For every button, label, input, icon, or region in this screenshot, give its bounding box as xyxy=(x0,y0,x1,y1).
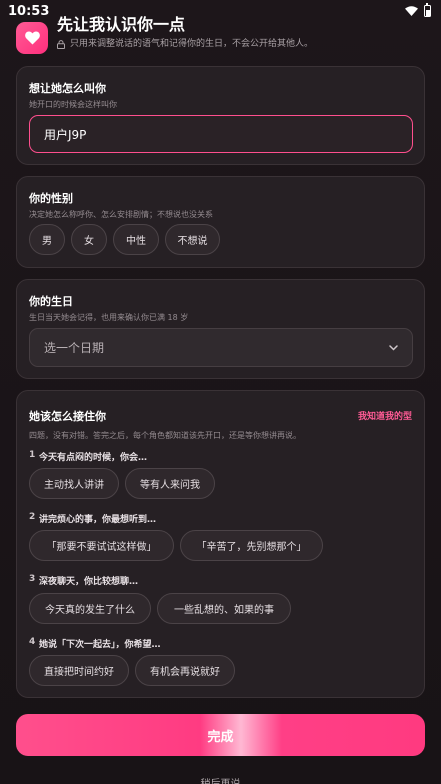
privacy-line: 只用来调整说话的语气和记得你的生日，不会公开给其他人。 xyxy=(57,38,313,50)
battery-icon xyxy=(424,3,431,17)
birthday-card-subtitle: 生日当天她会记得，也用来确认你已满 18 岁 xyxy=(29,313,189,322)
question-3-options: 今天真的发生了什么 一些乱想的、如果的事 xyxy=(29,593,291,624)
quiz-card: 她该怎么接住你 我知道我的型 四题，没有对错。答完之后，每个角色都知道该先开口，… xyxy=(16,390,425,698)
page-header: 先让我认识你一点 只用来调整说话的语气和记得你的生日，不会公开给其他人。 xyxy=(0,15,441,58)
question-2-options: 「那要不要试试这样做」 「辛苦了，先别想那个」 xyxy=(29,530,323,561)
question-3: 3 深夜聊天，你比较想聊… xyxy=(29,574,138,587)
answer-option[interactable]: 直接把时间约好 xyxy=(29,655,129,686)
answer-option[interactable]: 今天真的发生了什么 xyxy=(29,593,151,624)
question-number: 2 xyxy=(29,512,36,522)
onboarding-page: 10:53 先让我认识你一点 只用来调整说话的语气和记得你的生日，不会公开给其他… xyxy=(0,0,441,784)
gender-option-neutral[interactable]: 中性 xyxy=(113,224,159,255)
question-text: 她说「下次一起去」，你希望… xyxy=(39,640,161,650)
date-picker-placeholder: 选一个日期 xyxy=(44,341,105,355)
name-card-title: 想让她怎么叫你 xyxy=(29,82,106,95)
quiz-card-title: 她该怎么接住你 xyxy=(29,410,106,423)
privacy-note: 只用来调整说话的语气和记得你的生日，不会公开给其他人。 xyxy=(70,39,314,49)
status-time: 10:53 xyxy=(8,3,50,19)
question-number: 1 xyxy=(29,450,36,460)
answer-option[interactable]: 「那要不要试试这样做」 xyxy=(29,530,174,561)
wifi-icon xyxy=(405,6,418,16)
question-2: 2 讲完烦心的事，你最想听到… xyxy=(29,512,156,525)
gender-card-subtitle: 决定她怎么称呼你、怎么安排剧情；不想说也没关系 xyxy=(29,210,213,219)
question-text: 讲完烦心的事，你最想听到… xyxy=(39,515,157,525)
question-text: 今天有点闷的时候，你会… xyxy=(39,453,148,463)
gender-option-male[interactable]: 男 xyxy=(29,224,65,255)
heart-icon xyxy=(24,31,40,45)
answer-option[interactable]: 一些乱想的、如果的事 xyxy=(157,593,291,624)
gender-card-title: 你的性别 xyxy=(29,192,73,205)
done-button[interactable]: 完成 xyxy=(16,714,425,756)
question-number: 3 xyxy=(29,574,36,584)
name-card-subtitle: 她开口的时候会这样叫你 xyxy=(29,100,117,109)
answer-option[interactable]: 有机会再说就好 xyxy=(135,655,235,686)
chevron-down-icon xyxy=(389,344,398,351)
quiz-intro: 四题，没有对错。答完之后，每个角色都知道该先开口，还是等你想讲再说。 xyxy=(29,431,301,440)
name-card: 想让她怎么叫你 她开口的时候会这样叫你 xyxy=(16,66,425,165)
lock-icon xyxy=(57,39,65,49)
gender-option-prefer-not[interactable]: 不想说 xyxy=(165,224,220,255)
know-my-type-link[interactable]: 我知道我的型 xyxy=(358,409,412,422)
birthday-card: 你的生日 生日当天她会记得，也用来确认你已满 18 岁 选一个日期 xyxy=(16,279,425,379)
later-link[interactable]: 稍后再说 xyxy=(0,775,441,784)
birthday-card-title: 你的生日 xyxy=(29,295,73,308)
question-text: 深夜聊天，你比较想聊… xyxy=(39,577,139,587)
page-title: 先让我认识你一点 xyxy=(57,15,186,34)
question-4-options: 直接把时间约好 有机会再说就好 xyxy=(29,655,235,686)
question-4: 4 她说「下次一起去」，你希望… xyxy=(29,637,161,650)
gender-option-female[interactable]: 女 xyxy=(71,224,107,255)
answer-option[interactable]: 主动找人讲讲 xyxy=(29,468,119,499)
answer-option[interactable]: 「辛苦了，先别想那个」 xyxy=(180,530,323,561)
birthday-date-picker[interactable]: 选一个日期 xyxy=(29,328,413,367)
answer-option[interactable]: 等有人来问我 xyxy=(125,468,215,499)
gender-options: 男 女 中性 不想说 xyxy=(29,224,220,255)
status-icons xyxy=(405,3,431,17)
question-1: 1 今天有点闷的时候，你会… xyxy=(29,450,147,463)
question-1-options: 主动找人讲讲 等有人来问我 xyxy=(29,468,215,499)
nickname-input[interactable] xyxy=(29,115,413,153)
question-number: 4 xyxy=(29,637,36,647)
header-text: 先让我认识你一点 只用来调整说话的语气和记得你的生日，不会公开给其他人。 xyxy=(57,15,313,50)
gender-card: 你的性别 决定她怎么称呼你、怎么安排剧情；不想说也没关系 男 女 中性 不想说 xyxy=(16,176,425,268)
app-logo xyxy=(16,22,48,54)
